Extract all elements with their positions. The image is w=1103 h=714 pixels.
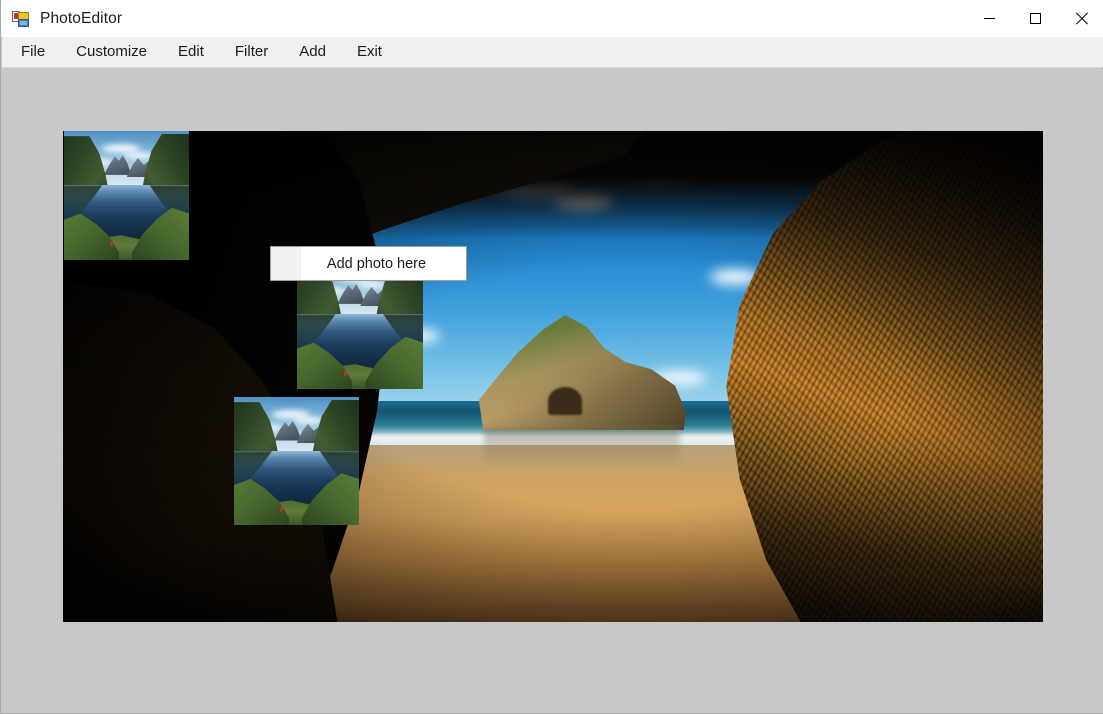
thumbnail-1[interactable] xyxy=(64,131,189,260)
menu-item-customize[interactable]: Customize xyxy=(67,39,156,65)
winforms-app-icon xyxy=(12,10,29,27)
reflection-right xyxy=(484,428,681,468)
maximize-icon xyxy=(1029,13,1041,24)
menu-bar: File Customize Edit Filter Add Exit xyxy=(2,37,1103,68)
menu-item-exit[interactable]: Exit xyxy=(348,39,391,65)
add-photo-button[interactable]: Add photo here xyxy=(270,246,467,281)
add-photo-label: Add photo here xyxy=(326,255,427,272)
thumbnail-3[interactable] xyxy=(234,397,359,525)
window-title: PhotoEditor xyxy=(40,9,123,27)
minimize-button[interactable] xyxy=(966,0,1012,37)
close-button[interactable] xyxy=(1058,0,1103,37)
cave-arch-beach-photo xyxy=(63,131,1043,622)
minimize-icon xyxy=(983,18,995,19)
maximize-button[interactable] xyxy=(1012,0,1058,37)
menu-item-add[interactable]: Add xyxy=(290,39,335,65)
menu-item-filter[interactable]: Filter xyxy=(226,39,277,65)
photo-editor-window: PhotoEditor File Customize Edit Filter A… xyxy=(0,0,1103,714)
empty-photo-slot xyxy=(271,247,301,280)
menu-item-file[interactable]: File xyxy=(12,39,54,65)
title-bar: PhotoEditor xyxy=(1,0,1103,37)
menu-item-edit[interactable]: Edit xyxy=(169,39,213,65)
client-area: Add photo here xyxy=(2,69,1103,713)
window-controls xyxy=(966,0,1103,37)
photo-canvas[interactable]: Add photo here xyxy=(63,131,1043,622)
close-icon xyxy=(1075,12,1088,25)
